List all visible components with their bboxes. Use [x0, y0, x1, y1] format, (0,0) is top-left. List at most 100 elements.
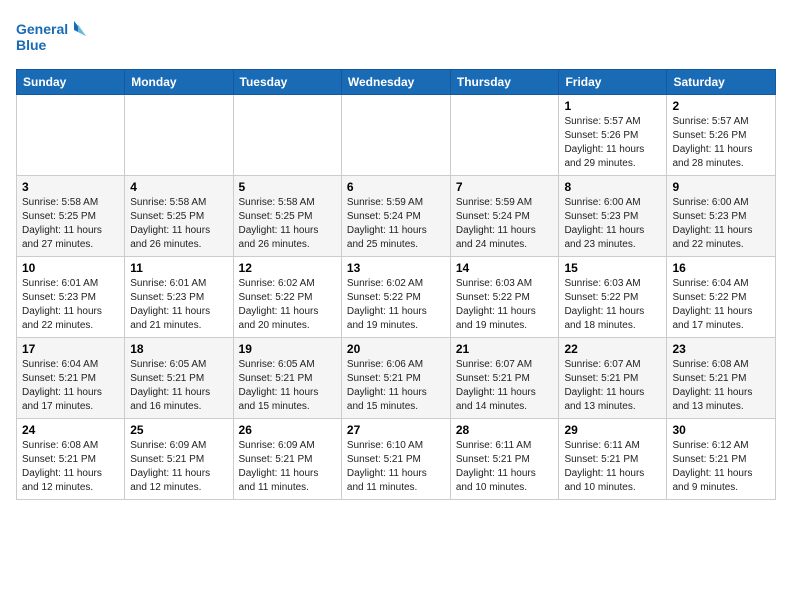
day-number: 19 — [239, 342, 336, 356]
day-info: Sunrise: 5:58 AM Sunset: 5:25 PM Dayligh… — [130, 196, 227, 252]
day-info: Sunrise: 6:07 AM Sunset: 5:21 PM Dayligh… — [564, 358, 661, 414]
day-number: 2 — [672, 99, 770, 113]
calendar-week-row: 24 Sunrise: 6:08 AM Sunset: 5:21 PM Dayli… — [17, 419, 776, 500]
day-info: Sunrise: 5:59 AM Sunset: 5:24 PM Dayligh… — [347, 196, 445, 252]
calendar-day-cell — [450, 95, 559, 176]
day-info: Sunrise: 6:03 AM Sunset: 5:22 PM Dayligh… — [456, 277, 554, 333]
page-header: General Blue — [16, 16, 776, 61]
calendar-day-cell: 11Sunrise: 6:01 AM Sunset: 5:23 PM Dayli… — [125, 257, 233, 338]
day-of-week-header: Monday — [125, 70, 233, 95]
calendar-day-cell: 14 Sunrise: 6:03 AM Sunset: 5:22 PM Dayli… — [450, 257, 559, 338]
day-number: 14 — [456, 261, 554, 275]
day-number: 8 — [564, 180, 661, 194]
calendar-day-cell: 18Sunrise: 6:05 AM Sunset: 5:21 PM Dayli… — [125, 338, 233, 419]
day-info: Sunrise: 5:57 AM Sunset: 5:26 PM Dayligh… — [672, 115, 770, 171]
calendar-day-cell: 12 Sunrise: 6:02 AM Sunset: 5:22 PM Dayli… — [233, 257, 341, 338]
day-number: 25 — [130, 423, 227, 437]
calendar-week-row: 3 Sunrise: 5:58 AM Sunset: 5:25 PM Daylig… — [17, 176, 776, 257]
day-of-week-header: Thursday — [450, 70, 559, 95]
day-info: Sunrise: 6:02 AM Sunset: 5:22 PM Dayligh… — [347, 277, 445, 333]
day-info: Sunrise: 6:12 AM Sunset: 5:21 PM Dayligh… — [672, 439, 770, 495]
day-number: 13 — [347, 261, 445, 275]
calendar-day-cell: 19 Sunrise: 6:05 AM Sunset: 5:21 PM Dayli… — [233, 338, 341, 419]
calendar-day-cell: 21 Sunrise: 6:07 AM Sunset: 5:21 PM Dayli… — [450, 338, 559, 419]
calendar-day-cell: 26 Sunrise: 6:09 AM Sunset: 5:21 PM Dayli… — [233, 419, 341, 500]
calendar-day-cell — [125, 95, 233, 176]
day-number: 12 — [239, 261, 336, 275]
calendar-day-cell: 4 Sunrise: 5:58 AM Sunset: 5:25 PM Daylig… — [125, 176, 233, 257]
day-number: 22 — [564, 342, 661, 356]
day-info: Sunrise: 6:11 AM Sunset: 5:21 PM Dayligh… — [564, 439, 661, 495]
calendar-day-cell: 22 Sunrise: 6:07 AM Sunset: 5:21 PM Dayli… — [559, 338, 667, 419]
calendar-day-cell — [233, 95, 341, 176]
calendar-day-cell — [341, 95, 450, 176]
day-number: 4 — [130, 180, 227, 194]
day-info: Sunrise: 6:02 AM Sunset: 5:22 PM Dayligh… — [239, 277, 336, 333]
calendar-day-cell: 16Sunrise: 6:04 AM Sunset: 5:22 PM Dayli… — [667, 257, 776, 338]
day-info: Sunrise: 6:08 AM Sunset: 5:21 PM Dayligh… — [22, 439, 119, 495]
day-info: Sunrise: 5:58 AM Sunset: 5:25 PM Dayligh… — [239, 196, 336, 252]
day-number: 30 — [672, 423, 770, 437]
day-info: Sunrise: 6:06 AM Sunset: 5:21 PM Dayligh… — [347, 358, 445, 414]
day-of-week-header: Saturday — [667, 70, 776, 95]
calendar-day-cell: 20 Sunrise: 6:06 AM Sunset: 5:21 PM Dayli… — [341, 338, 450, 419]
calendar-day-cell: 2 Sunrise: 5:57 AM Sunset: 5:26 PM Daylig… — [667, 95, 776, 176]
day-info: Sunrise: 6:00 AM Sunset: 5:23 PM Dayligh… — [672, 196, 770, 252]
calendar-week-row: 10 Sunrise: 6:01 AM Sunset: 5:23 PM Dayli… — [17, 257, 776, 338]
day-number: 3 — [22, 180, 119, 194]
calendar-day-cell: 13 Sunrise: 6:02 AM Sunset: 5:22 PM Dayli… — [341, 257, 450, 338]
calendar-day-cell: 9 Sunrise: 6:00 AM Sunset: 5:23 PM Daylig… — [667, 176, 776, 257]
day-number: 20 — [347, 342, 445, 356]
day-number: 16 — [672, 261, 770, 275]
day-info: Sunrise: 6:01 AM Sunset: 5:23 PM Dayligh… — [130, 277, 227, 333]
calendar-header-row: SundayMondayTuesdayWednesdayThursdayFrid… — [17, 70, 776, 95]
calendar-week-row: 1 Sunrise: 5:57 AM Sunset: 5:26 PM Daylig… — [17, 95, 776, 176]
day-info: Sunrise: 6:01 AM Sunset: 5:23 PM Dayligh… — [22, 277, 119, 333]
svg-text:General: General — [16, 21, 68, 37]
calendar-day-cell: 24 Sunrise: 6:08 AM Sunset: 5:21 PM Dayli… — [17, 419, 125, 500]
calendar-day-cell: 15 Sunrise: 6:03 AM Sunset: 5:22 PM Dayli… — [559, 257, 667, 338]
day-info: Sunrise: 6:04 AM Sunset: 5:21 PM Dayligh… — [22, 358, 119, 414]
calendar-day-cell: 8 Sunrise: 6:00 AM Sunset: 5:23 PM Daylig… — [559, 176, 667, 257]
day-number: 6 — [347, 180, 445, 194]
calendar-day-cell: 28Sunrise: 6:11 AM Sunset: 5:21 PM Dayli… — [450, 419, 559, 500]
calendar-day-cell: 30 Sunrise: 6:12 AM Sunset: 5:21 PM Dayli… — [667, 419, 776, 500]
calendar-day-cell: 3 Sunrise: 5:58 AM Sunset: 5:25 PM Daylig… — [17, 176, 125, 257]
day-info: Sunrise: 5:58 AM Sunset: 5:25 PM Dayligh… — [22, 196, 119, 252]
day-info: Sunrise: 6:00 AM Sunset: 5:23 PM Dayligh… — [564, 196, 661, 252]
svg-text:Blue: Blue — [16, 37, 47, 53]
day-number: 1 — [564, 99, 661, 113]
day-number: 15 — [564, 261, 661, 275]
day-number: 9 — [672, 180, 770, 194]
calendar-week-row: 17 Sunrise: 6:04 AM Sunset: 5:21 PM Dayli… — [17, 338, 776, 419]
day-info: Sunrise: 6:03 AM Sunset: 5:22 PM Dayligh… — [564, 277, 661, 333]
logo: General Blue — [16, 16, 86, 61]
calendar-day-cell: 6 Sunrise: 5:59 AM Sunset: 5:24 PM Daylig… — [341, 176, 450, 257]
day-number: 23 — [672, 342, 770, 356]
calendar-day-cell: 17 Sunrise: 6:04 AM Sunset: 5:21 PM Dayli… — [17, 338, 125, 419]
calendar-day-cell: 27Sunrise: 6:10 AM Sunset: 5:21 PM Dayli… — [341, 419, 450, 500]
calendar-day-cell: 23Sunrise: 6:08 AM Sunset: 5:21 PM Dayli… — [667, 338, 776, 419]
day-info: Sunrise: 5:57 AM Sunset: 5:26 PM Dayligh… — [564, 115, 661, 171]
day-info: Sunrise: 6:09 AM Sunset: 5:21 PM Dayligh… — [130, 439, 227, 495]
day-number: 24 — [22, 423, 119, 437]
day-number: 18 — [130, 342, 227, 356]
calendar-day-cell: 10 Sunrise: 6:01 AM Sunset: 5:23 PM Dayli… — [17, 257, 125, 338]
day-number: 5 — [239, 180, 336, 194]
day-info: Sunrise: 6:11 AM Sunset: 5:21 PM Dayligh… — [456, 439, 554, 495]
day-of-week-header: Tuesday — [233, 70, 341, 95]
day-info: Sunrise: 6:05 AM Sunset: 5:21 PM Dayligh… — [239, 358, 336, 414]
day-number: 10 — [22, 261, 119, 275]
day-number: 29 — [564, 423, 661, 437]
day-info: Sunrise: 6:07 AM Sunset: 5:21 PM Dayligh… — [456, 358, 554, 414]
day-number: 21 — [456, 342, 554, 356]
calendar-day-cell — [17, 95, 125, 176]
day-of-week-header: Wednesday — [341, 70, 450, 95]
calendar-day-cell: 1 Sunrise: 5:57 AM Sunset: 5:26 PM Daylig… — [559, 95, 667, 176]
day-number: 26 — [239, 423, 336, 437]
day-number: 17 — [22, 342, 119, 356]
calendar-day-cell: 5 Sunrise: 5:58 AM Sunset: 5:25 PM Daylig… — [233, 176, 341, 257]
day-of-week-header: Friday — [559, 70, 667, 95]
day-info: Sunrise: 5:59 AM Sunset: 5:24 PM Dayligh… — [456, 196, 554, 252]
day-info: Sunrise: 6:09 AM Sunset: 5:21 PM Dayligh… — [239, 439, 336, 495]
